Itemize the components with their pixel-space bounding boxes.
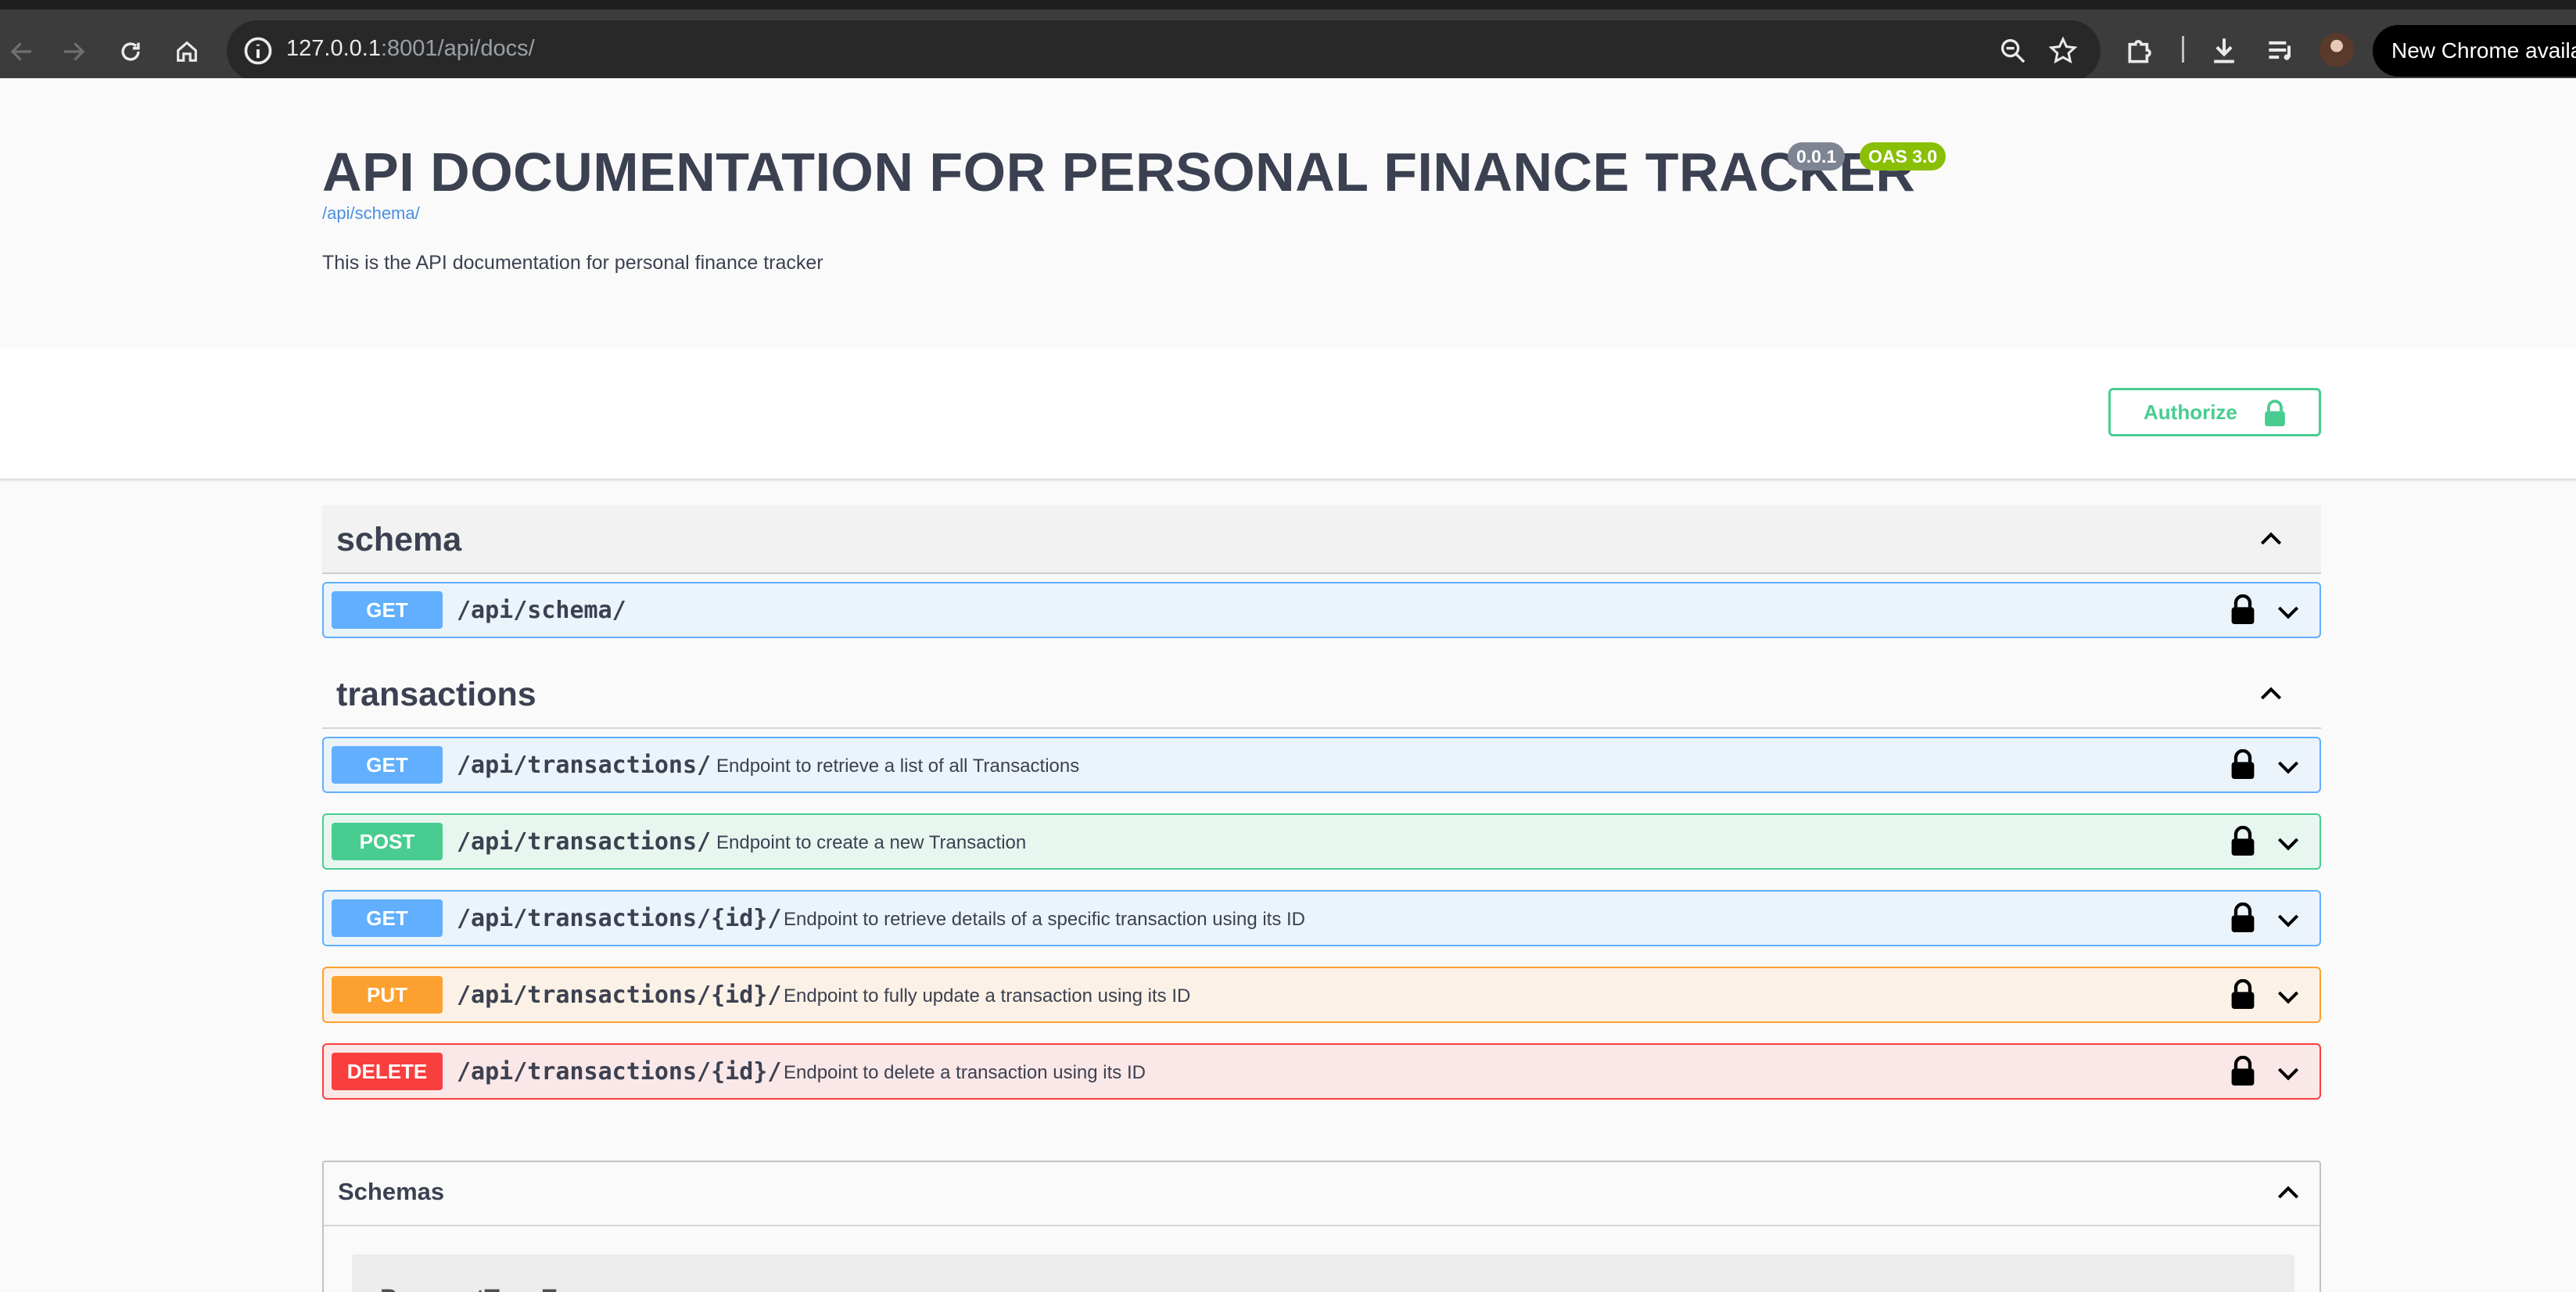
lock-icon[interactable] <box>2229 1056 2257 1087</box>
chevron-down-icon[interactable] <box>2273 1057 2304 1089</box>
reload-icon <box>121 42 140 61</box>
zoom-icon[interactable] <box>1997 35 2029 66</box>
operation-create-transaction[interactable]: POST /api/transactions/ Endpoint to crea… <box>322 813 2321 870</box>
schema-url-link[interactable]: /api/schema/ <box>322 203 420 224</box>
arrow-right-icon <box>64 42 85 61</box>
operation-path: /api/transactions/{id}/ <box>457 982 782 1009</box>
playlist-icon[interactable] <box>2263 33 2298 67</box>
operation-summary: Endpoint to create a new Transaction <box>716 832 1027 853</box>
method-badge: DELETE <box>332 1053 443 1090</box>
operation-summary: Endpoint to delete a transaction using i… <box>784 1062 1146 1083</box>
operation-path: /api/transactions/ <box>457 752 712 779</box>
star-icon[interactable] <box>2047 35 2079 66</box>
api-description: This is the API documentation for person… <box>322 252 823 274</box>
schemas-header[interactable]: Schemas <box>324 1162 2319 1226</box>
reload-button[interactable] <box>109 30 152 74</box>
operation-path: /api/schema/ <box>457 597 626 624</box>
operation-get-schema[interactable]: GET /api/schema/ <box>322 582 2321 638</box>
operation-summary: Endpoint to fully update a transaction u… <box>784 985 1191 1007</box>
lock-icon <box>2265 400 2285 426</box>
chevron-down-icon[interactable] <box>2273 596 2304 627</box>
schemas-title: Schemas <box>338 1178 445 1205</box>
operation-retrieve-transaction[interactable]: GET /api/transactions/{id}/ Endpoint to … <box>322 890 2321 946</box>
lock-icon[interactable] <box>2229 903 2257 934</box>
back-button[interactable] <box>0 30 44 74</box>
chrome-update-notice[interactable]: New Chrome availa <box>2373 25 2576 77</box>
method-badge: PUT <box>332 976 443 1014</box>
lock-icon[interactable] <box>2229 749 2257 781</box>
chevron-up-icon[interactable] <box>2255 524 2287 555</box>
url-text[interactable]: 127.0.0.1:8001/api/docs/ <box>286 36 535 62</box>
chevron-down-icon[interactable] <box>2273 751 2304 782</box>
api-info: API DOCUMENTATION FOR PERSONAL FINANCE T… <box>0 78 2576 347</box>
operation-path: /api/transactions/ <box>457 828 712 856</box>
method-badge: POST <box>332 823 443 860</box>
method-badge: GET <box>332 899 443 937</box>
operation-list-transactions[interactable]: GET /api/transactions/ Endpoint to retri… <box>322 737 2321 793</box>
method-badge: GET <box>332 591 443 629</box>
authorize-button[interactable]: Authorize <box>2108 388 2321 436</box>
method-badge: GET <box>332 746 443 784</box>
version-badge: 0.0.1 <box>1788 142 1846 170</box>
lock-icon[interactable] <box>2229 979 2257 1010</box>
toolbar-separator <box>2182 36 2184 63</box>
arrow-left-icon <box>10 42 31 61</box>
operation-summary: Endpoint to retrieve a list of all Trans… <box>716 755 1080 777</box>
info-icon[interactable] <box>241 34 275 68</box>
schemas-section: Schemas PaymentTypeEnum <box>322 1161 2321 1292</box>
tag-name: schema <box>336 521 462 558</box>
chevron-up-icon[interactable] <box>2255 679 2287 710</box>
oas-badge: OAS 3.0 <box>1860 142 1946 170</box>
lock-icon[interactable] <box>2229 594 2257 626</box>
tag-section-schema[interactable]: schema <box>322 505 2321 574</box>
operation-delete-transaction[interactable]: DELETE /api/transactions/{id}/ Endpoint … <box>322 1043 2321 1100</box>
chevron-up-icon[interactable] <box>2273 1178 2304 1209</box>
home-icon <box>177 41 197 62</box>
operation-path: /api/transactions/{id}/ <box>457 1058 782 1086</box>
operation-update-transaction[interactable]: PUT /api/transactions/{id}/ Endpoint to … <box>322 967 2321 1023</box>
authorize-label: Authorize <box>2144 400 2237 424</box>
profile-avatar[interactable] <box>2319 33 2354 67</box>
model-item[interactable]: PaymentTypeEnum <box>352 1254 2294 1292</box>
chevron-down-icon[interactable] <box>2273 904 2304 935</box>
tag-name: transactions <box>336 676 536 713</box>
home-button[interactable] <box>165 30 209 74</box>
page-title: API DOCUMENTATION FOR PERSONAL FINANCE T… <box>322 142 1916 203</box>
chevron-down-icon[interactable] <box>2273 981 2304 1012</box>
model-name: PaymentTypeEnum <box>380 1284 611 1292</box>
download-icon[interactable] <box>2207 33 2241 67</box>
forward-button[interactable] <box>52 30 95 74</box>
operation-path: /api/transactions/{id}/ <box>457 905 782 932</box>
lock-icon[interactable] <box>2229 826 2257 857</box>
browser-toolbar: 127.0.0.1:8001/api/docs/ New Chrome avai… <box>0 0 2576 81</box>
address-bar[interactable]: 127.0.0.1:8001/api/docs/ <box>227 20 2101 81</box>
scheme-container: Authorize <box>0 347 2576 479</box>
puzzle-icon[interactable] <box>2124 33 2158 67</box>
tag-section-transactions[interactable]: transactions <box>322 660 2321 729</box>
chevron-down-icon[interactable] <box>2273 827 2304 859</box>
operation-summary: Endpoint to retrieve details of a specif… <box>784 909 1306 930</box>
